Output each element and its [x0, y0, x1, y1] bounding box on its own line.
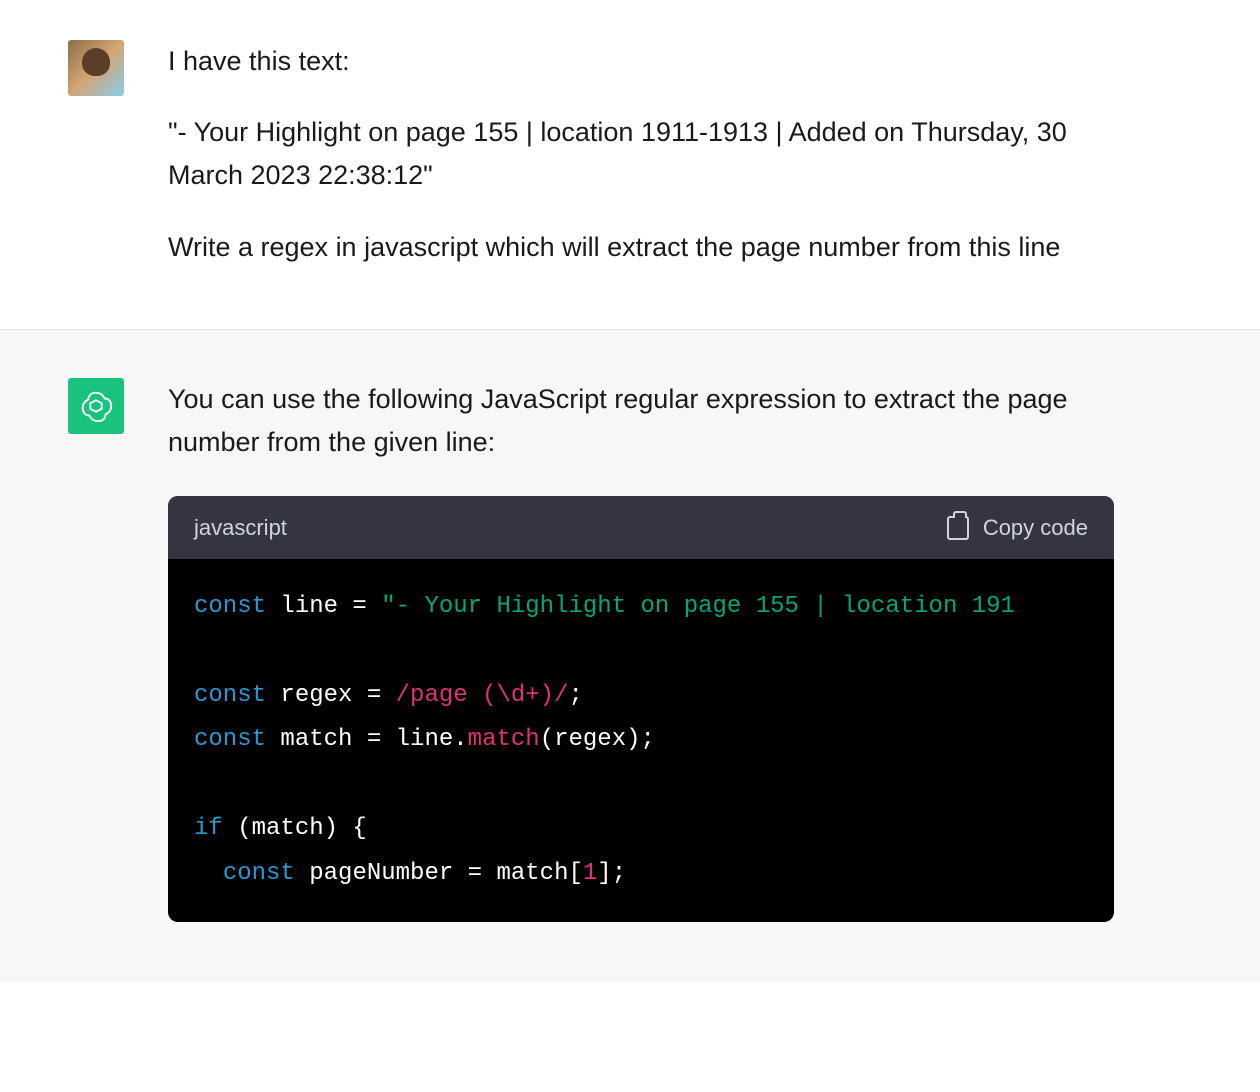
assistant-message: You can use the following JavaScript reg…	[0, 329, 1260, 982]
code-token-keyword: const	[194, 682, 266, 709]
code-token-keyword: const	[194, 726, 266, 753]
code-token: match	[280, 726, 352, 753]
code-token: =	[338, 593, 381, 620]
code-token-keyword: if	[194, 815, 223, 842]
code-header: javascript Copy code	[168, 496, 1114, 559]
code-token: line	[280, 593, 338, 620]
code-token: .	[453, 726, 467, 753]
code-token: = match[	[453, 860, 583, 887]
code-token	[266, 593, 280, 620]
user-message: I have this text: "- Your Highlight on p…	[0, 0, 1260, 329]
code-token: =	[352, 726, 395, 753]
code-token-number: 1	[583, 860, 597, 887]
code-token: ];	[597, 860, 626, 887]
user-text-p3: Write a regex in javascript which will e…	[168, 226, 1114, 269]
assistant-message-content: You can use the following JavaScript reg…	[154, 378, 1114, 922]
code-token: (match) {	[223, 815, 367, 842]
code-token-method: match	[468, 726, 540, 753]
code-token-keyword: const	[194, 593, 266, 620]
code-content: const line = "- Your Highlight on page 1…	[168, 559, 1114, 922]
code-token: regex	[280, 682, 352, 709]
code-language-label: javascript	[194, 510, 287, 545]
code-token	[266, 726, 280, 753]
code-token	[295, 860, 309, 887]
copy-code-label: Copy code	[983, 510, 1088, 545]
code-token: line	[396, 726, 454, 753]
user-message-content: I have this text: "- Your Highlight on p…	[154, 40, 1114, 269]
user-text-p2: "- Your Highlight on page 155 | location…	[168, 111, 1114, 197]
clipboard-icon	[947, 516, 969, 540]
code-token-regex: /page (\d+)/	[396, 682, 569, 709]
code-token	[266, 682, 280, 709]
code-token-string: "- Your Highlight on page 155 | location…	[381, 593, 1015, 620]
user-avatar	[68, 40, 124, 96]
code-token: =	[352, 682, 395, 709]
code-block: javascript Copy code const line = "- You…	[168, 496, 1114, 922]
code-token: pageNumber	[309, 860, 453, 887]
openai-logo-icon	[77, 387, 115, 425]
copy-code-button[interactable]: Copy code	[947, 510, 1088, 545]
code-token: ;	[568, 682, 582, 709]
assistant-intro-text: You can use the following JavaScript reg…	[168, 378, 1114, 464]
code-token-keyword: const	[223, 860, 295, 887]
user-text-p1: I have this text:	[168, 40, 1114, 83]
code-token: (regex);	[540, 726, 655, 753]
code-token	[194, 860, 223, 887]
assistant-avatar	[68, 378, 124, 434]
